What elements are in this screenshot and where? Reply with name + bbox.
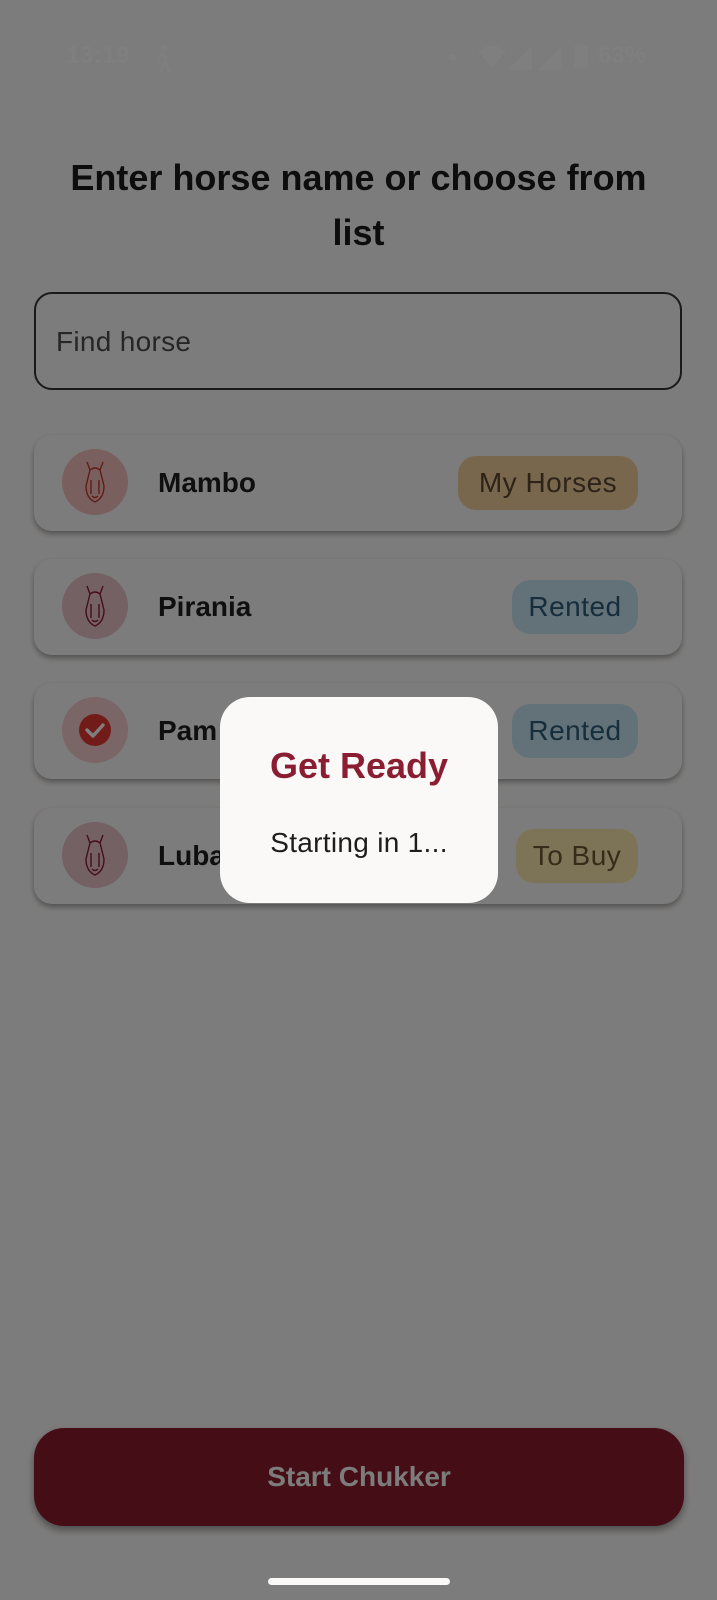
home-indicator[interactable] — [268, 1578, 450, 1585]
dialog-title: Get Ready — [269, 745, 449, 786]
countdown-dialog: Get Ready Starting in 1... — [220, 697, 498, 903]
dialog-message: Starting in 1... — [270, 827, 448, 858]
